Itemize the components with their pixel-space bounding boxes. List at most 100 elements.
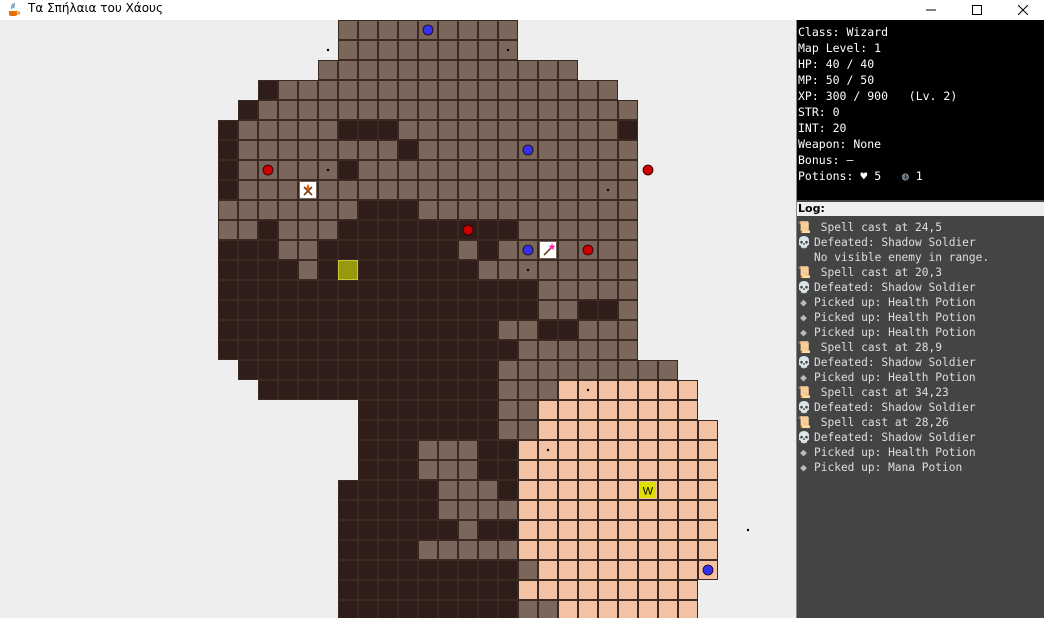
map-tile-floor (598, 140, 618, 160)
player-symbol: W (643, 486, 654, 498)
map-tile-floor (318, 120, 338, 140)
map-tile-wall (318, 240, 338, 260)
map-tile-floor (378, 180, 398, 200)
enemy-red-icon[interactable] (462, 224, 474, 236)
map-tile-floor (438, 120, 458, 140)
map-tile-floor (598, 480, 618, 500)
minimize-button[interactable] (908, 0, 954, 20)
map-tile-floor (518, 460, 538, 480)
map-tile-wall (278, 320, 298, 340)
map-tile-wall (358, 400, 378, 420)
enemy-blue-icon[interactable] (522, 144, 534, 156)
map-tile-wall (438, 320, 458, 340)
map-tile-wall (358, 560, 378, 580)
map-tile-floor (678, 400, 698, 420)
map-tile-floor (458, 440, 478, 460)
map-tile-floor (538, 600, 558, 618)
map-tile-floor (618, 160, 638, 180)
map-tile-wall (258, 260, 278, 280)
map-tile-floor (658, 520, 678, 540)
map-tile-wall (378, 300, 398, 320)
log-text: Defeated: Shadow Soldier (814, 431, 976, 444)
enemy-blue-icon[interactable] (422, 24, 434, 36)
map-tile-wall (438, 380, 458, 400)
map-tile-floor (358, 140, 378, 160)
map-tile-floor (218, 220, 238, 240)
map-tile-wall (438, 260, 458, 280)
map-tile-floor (278, 80, 298, 100)
map-tile-floor (438, 200, 458, 220)
magic-wand-icon[interactable] (540, 242, 556, 258)
map-tile-wall (398, 400, 418, 420)
map-tile-floor (518, 540, 538, 560)
map-tile-floor (638, 520, 658, 540)
map-tile-floor (458, 140, 478, 160)
map-tile-wall (438, 280, 458, 300)
log-text: Defeated: Shadow Soldier (814, 401, 976, 414)
map-tile-floor (558, 100, 578, 120)
map-tile-wall (338, 320, 358, 340)
map-tile-floor (638, 600, 658, 618)
map-tile-floor (498, 100, 518, 120)
map-tile-wall (358, 240, 378, 260)
map-tile-wall (358, 500, 378, 520)
map-tile-floor (398, 40, 418, 60)
map-tile-floor (518, 580, 538, 600)
map-tile-floor (378, 60, 398, 80)
mana-orb-icon: ◍ (901, 169, 909, 183)
map-tile-wall (378, 580, 398, 600)
map-tile-wall (458, 580, 478, 600)
map-tile-wall (238, 280, 258, 300)
log-entry: ◆ Picked up: Health Potion (797, 370, 976, 385)
map-tile-floor (538, 380, 558, 400)
map-tile-wall (338, 340, 358, 360)
map-tile-floor (598, 440, 618, 460)
map-tile-wall (478, 460, 498, 480)
map-tile-floor (378, 140, 398, 160)
map-tile-floor (598, 240, 618, 260)
map-tile-floor (558, 460, 578, 480)
map-tile-floor (298, 160, 318, 180)
dungeon-map[interactable]: W (0, 20, 796, 618)
map-tile-floor (318, 80, 338, 100)
map-tile-floor (558, 440, 578, 460)
map-tile-wall (518, 300, 538, 320)
map-tile-wall (418, 240, 438, 260)
map-tile-floor (498, 200, 518, 220)
map-tile-floor (578, 460, 598, 480)
enemy-blue-icon[interactable] (522, 244, 534, 256)
item-icon: ◆ (800, 296, 807, 309)
map-tile-floor (618, 140, 638, 160)
campfire-icon[interactable] (300, 182, 316, 198)
map-tile-floor (558, 480, 578, 500)
log-text: Defeated: Shadow Soldier (814, 236, 976, 249)
log-text: No visible enemy in range. (814, 251, 990, 264)
floor-item-dot (546, 448, 550, 452)
log-entry: 📜 Spell cast at 20,3 (797, 265, 942, 280)
enemy-red-icon[interactable] (582, 244, 594, 256)
map-tile-wall (458, 560, 478, 580)
map-tile-floor (238, 220, 258, 240)
map-tile-floor (698, 540, 718, 560)
map-tile-wall (478, 300, 498, 320)
map-tile-floor (658, 440, 678, 460)
item-icon: ◆ (800, 326, 807, 339)
dungeon-map-area[interactable]: W (0, 20, 796, 618)
map-tile-floor (218, 200, 238, 220)
close-button[interactable] (1000, 0, 1044, 20)
map-tile-floor (238, 120, 258, 140)
enemy-red-icon[interactable] (642, 164, 654, 176)
map-tile-wall (498, 440, 518, 460)
minimize-icon (926, 9, 936, 11)
log-list[interactable]: 📜 Spell cast at 24,5 💀 Defeated: Shadow So… (797, 218, 1044, 618)
map-tile-floor (458, 100, 478, 120)
enemy-blue-icon[interactable] (702, 564, 714, 576)
map-tile-wall (378, 540, 398, 560)
enemy-red-icon[interactable] (262, 164, 274, 176)
map-tile-floor (598, 560, 618, 580)
map-tile-wall (498, 520, 518, 540)
map-tile-floor (278, 120, 298, 140)
window-titlebar[interactable]: Τα Σπήλαια του Χάους (0, 0, 1044, 20)
map-tile-floor (418, 120, 438, 140)
maximize-button[interactable] (954, 0, 1000, 20)
